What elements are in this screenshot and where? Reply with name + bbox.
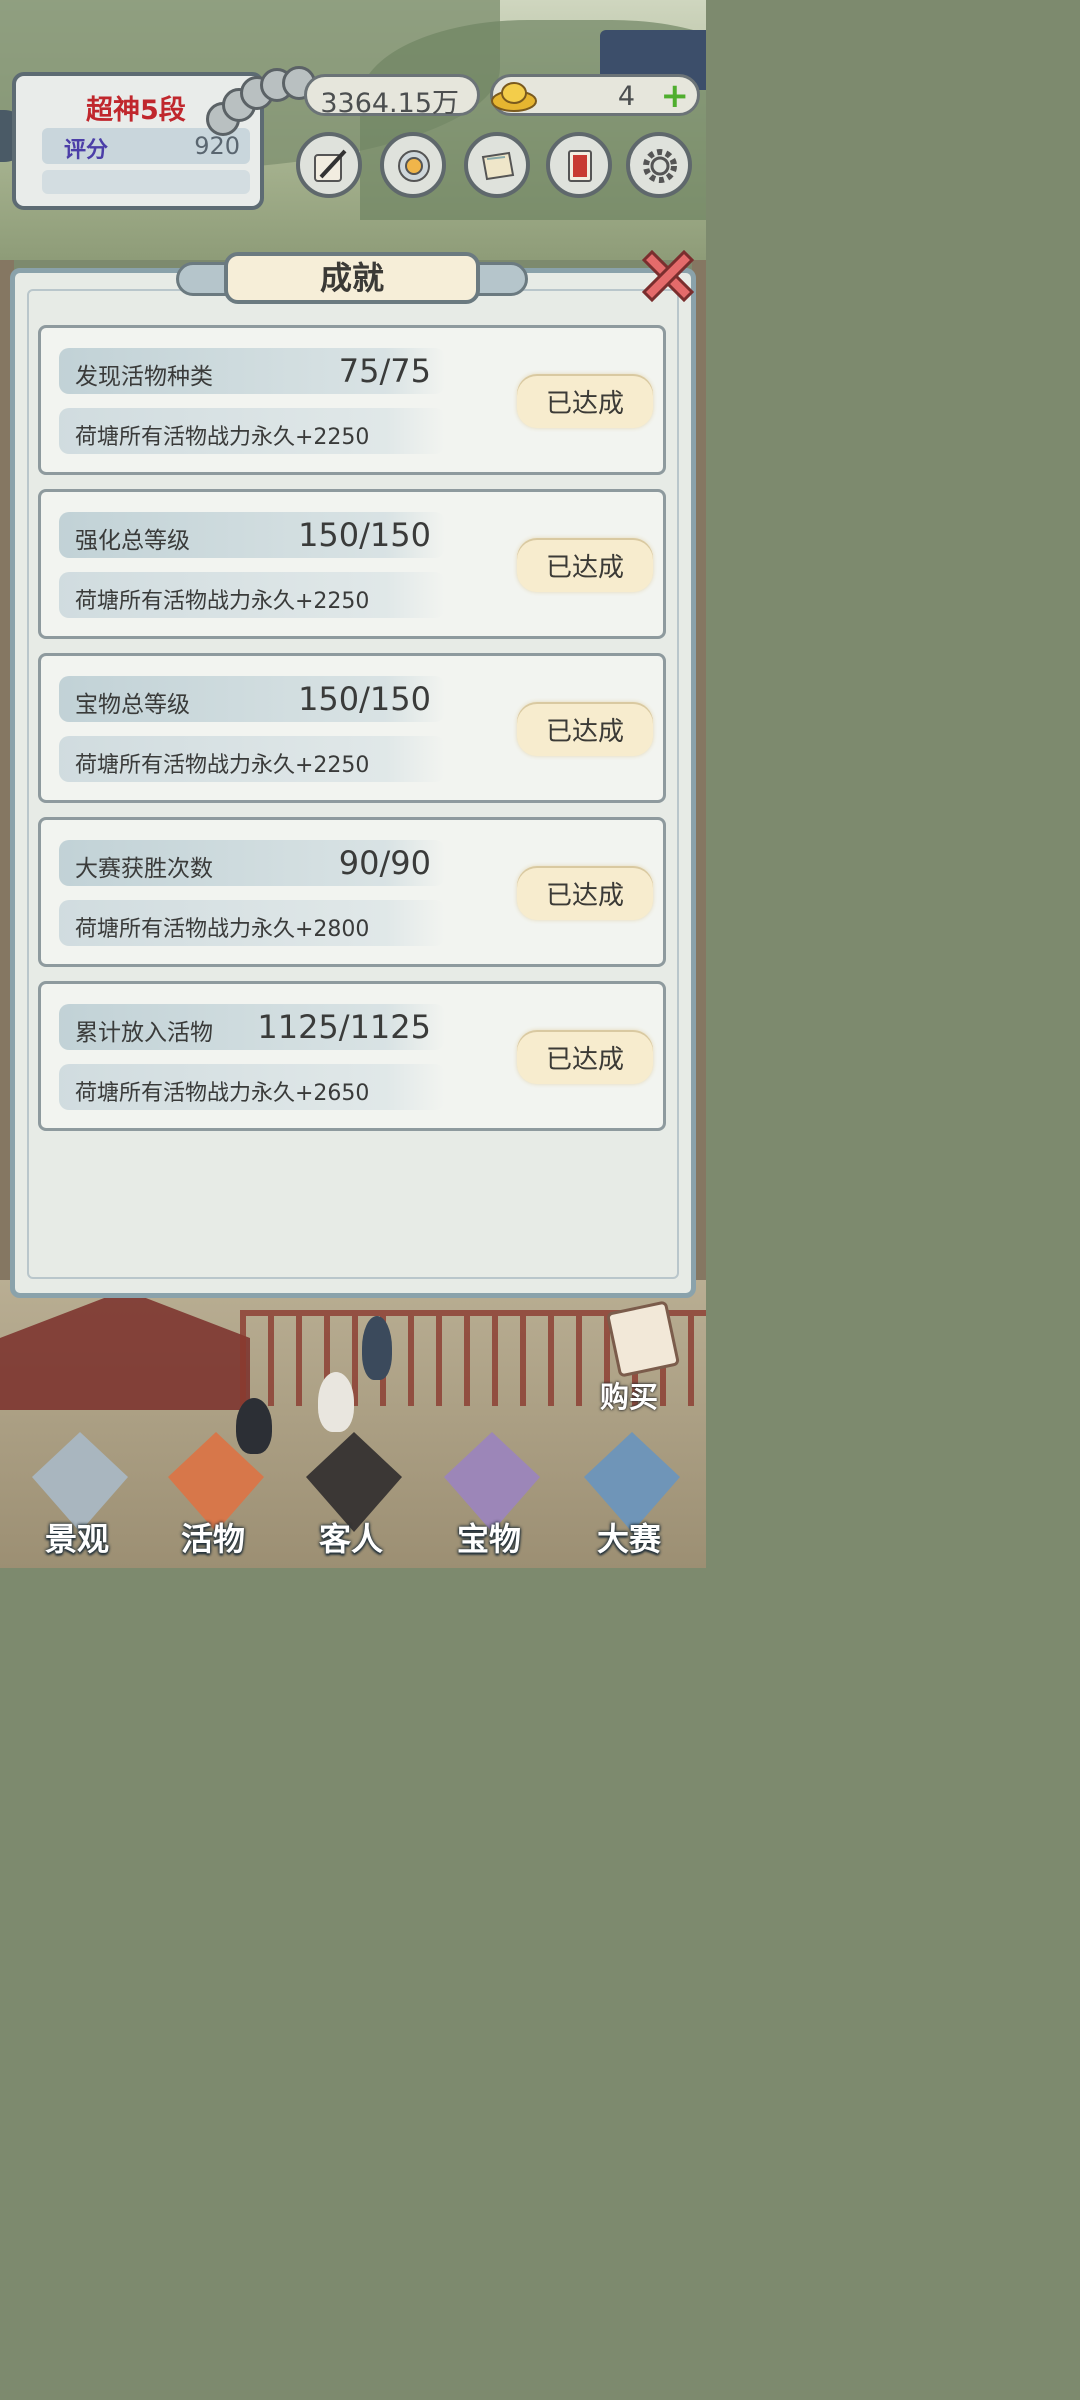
silver-currency: 3364.15万 (304, 74, 480, 119)
scroll-brush-icon (314, 149, 347, 182)
settings-button[interactable] (626, 132, 692, 198)
nav-label: 客人 (318, 1520, 383, 1558)
achievement-progress: 1125/1125 (257, 1008, 431, 1046)
silver-amount: 3364.15万 (320, 88, 459, 119)
npc-lady[interactable] (362, 1316, 392, 1380)
achievement-card: 大赛获胜次数 90/90 荷塘所有活物战力永久+2800 已达成 (38, 817, 666, 967)
achievement-reward: 荷塘所有活物战力永久+2250 (75, 753, 370, 778)
scroll-brush-button[interactable] (296, 132, 362, 198)
red-card-button[interactable] (546, 132, 612, 198)
achievement-name: 强化总等级 (75, 528, 190, 554)
whirlpool-button[interactable] (380, 132, 446, 198)
achievement-reward: 荷塘所有活物战力永久+2650 (75, 1081, 370, 1106)
gold-ingot-icon (491, 82, 537, 112)
nav-item-treasures[interactable]: 宝物 (424, 1432, 554, 1568)
buy-button[interactable]: 购买 (600, 1374, 658, 1416)
close-icon (641, 249, 695, 303)
gold-currency: 4 + (490, 74, 700, 116)
nav-item-creatures[interactable]: 活物 (148, 1432, 278, 1568)
shop-scroll-icon[interactable] (605, 1300, 681, 1378)
achieved-button[interactable]: 已达成 (517, 866, 653, 920)
panel-header: 成就 (172, 246, 532, 306)
red-card-icon (568, 150, 592, 182)
copper-coins-icon (200, 62, 320, 142)
nav-item-contest[interactable]: 大赛 (564, 1432, 694, 1568)
achievement-name: 累计放入活物 (75, 1020, 213, 1046)
achievement-card: 强化总等级 150/150 荷塘所有活物战力永久+2250 已达成 (38, 489, 666, 639)
nav-label: 大赛 (596, 1520, 661, 1558)
plus-icon[interactable]: + (661, 79, 690, 113)
achievement-progress: 150/150 (298, 516, 431, 554)
achievement-reward: 荷塘所有活物战力永久+2800 (75, 917, 370, 942)
achievement-name: 宝物总等级 (75, 692, 190, 718)
achievement-name: 发现活物种类 (75, 364, 213, 390)
map-scroll-icon (481, 151, 515, 181)
achieved-button[interactable]: 已达成 (517, 702, 653, 756)
nav-label: 宝物 (456, 1520, 521, 1558)
nav-item-guests[interactable]: 客人 (286, 1432, 416, 1568)
achievement-card: 累计放入活物 1125/1125 荷塘所有活物战力永久+2650 已达成 (38, 981, 666, 1131)
achievement-reward: 荷塘所有活物战力永久+2250 (75, 425, 370, 450)
whirlpool-icon (398, 150, 430, 182)
achievement-progress: 150/150 (298, 680, 431, 718)
nav-label: 景观 (44, 1520, 109, 1558)
achievement-reward: 荷塘所有活物战力永久+2250 (75, 589, 370, 614)
gear-icon (643, 149, 677, 183)
bottom-nav: 景观 活物 客人 宝物 大赛 (0, 1430, 706, 1568)
achievement-progress: 75/75 (338, 352, 431, 390)
panel-title: 成就 (224, 252, 480, 304)
rank-title: 超神5段 (86, 95, 186, 126)
nav-label: 活物 (180, 1520, 245, 1558)
score-label: 评分 (64, 138, 109, 163)
achieved-button[interactable]: 已达成 (517, 374, 653, 428)
achievement-card: 宝物总等级 150/150 荷塘所有活物战力永久+2250 已达成 (38, 653, 666, 803)
map-scroll-button[interactable] (464, 132, 530, 198)
achieved-button[interactable]: 已达成 (517, 538, 653, 592)
achievement-name: 大赛获胜次数 (75, 856, 213, 882)
npc-elder[interactable] (318, 1372, 354, 1432)
achieved-button[interactable]: 已达成 (517, 1030, 653, 1084)
achievement-card: 发现活物种类 75/75 荷塘所有活物战力永久+2250 已达成 (38, 325, 666, 475)
nav-item-landscape[interactable]: 景观 (12, 1432, 142, 1568)
close-button[interactable] (636, 244, 700, 308)
toolbar (296, 132, 706, 202)
gold-amount: 4 (617, 81, 635, 112)
achievement-progress: 90/90 (338, 844, 431, 882)
